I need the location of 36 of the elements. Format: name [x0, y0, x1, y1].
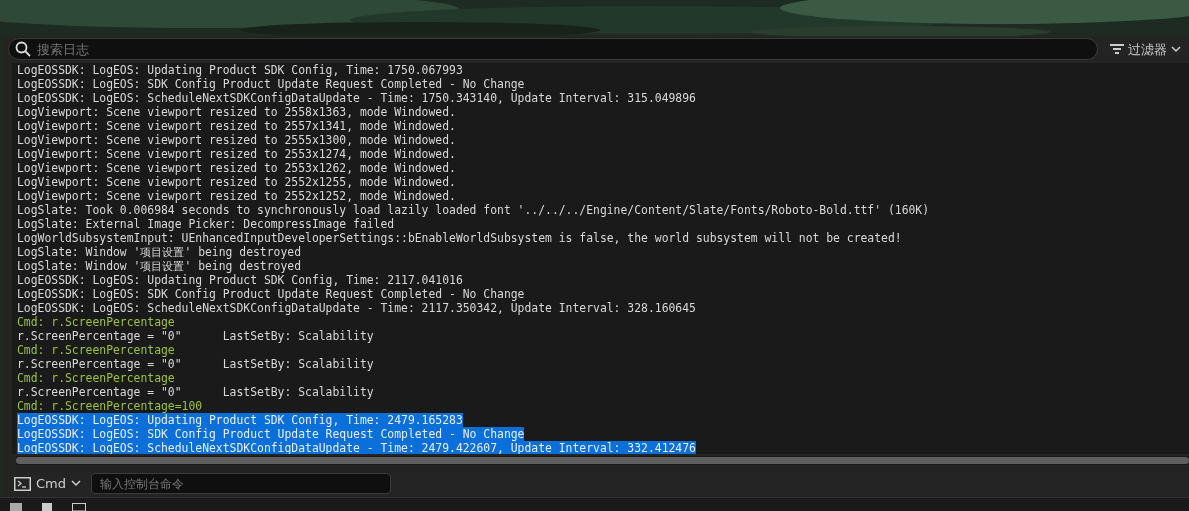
log-line[interactable]: LogEOSSDK: LogEOS: ScheduleNextSDKConfigDataUpdate - Time: 2117.350342, Update Interval: 328.160645	[17, 300, 696, 315]
terminal-icon	[14, 476, 31, 491]
terminal-icon	[72, 503, 86, 511]
log-line[interactable]: r.ScreenPercentage = "0" LastSetBy: Scalability	[17, 384, 374, 399]
log-line[interactable]: LogWorldSubsystemInput: UEnhancedInputDeveloperSettings::bEnableWorldSubsystem is false, the world subsystem will not be created!	[17, 230, 902, 245]
command-input[interactable]: 输入控制台命令	[91, 473, 391, 495]
log-line[interactable]: LogViewport: Scene viewport resized to 2558x1363, mode Windowed.	[17, 104, 456, 119]
search-field[interactable]: 搜索日志	[8, 38, 1098, 61]
log-line[interactable]: LogSlate: Window '项目设置' being destroyed	[17, 244, 302, 259]
log-line[interactable]: LogViewport: Scene viewport resized to 2552x1255, mode Windowed.	[17, 174, 456, 189]
log-line[interactable]: LogViewport: Scene viewport resized to 2553x1274, mode Windowed.	[17, 146, 456, 161]
log-line[interactable]: LogEOSSDK: LogEOS: Updating Product SDK Config, Time: 2117.041016	[17, 272, 463, 287]
log-line[interactable]: LogViewport: Scene viewport resized to 2557x1341, mode Windowed.	[17, 118, 456, 133]
command-line[interactable]: Cmd: r.ScreenPercentage	[17, 342, 175, 357]
command-mode-button[interactable]: Cmd	[14, 473, 81, 494]
log-line[interactable]: LogEOSSDK: LogEOS: Updating Product SDK Config, Time: 1750.067993	[17, 62, 463, 77]
log-line[interactable]: r.ScreenPercentage = "0" LastSetBy: Scalability	[17, 328, 374, 343]
command-line[interactable]: Cmd: r.ScreenPercentage	[17, 314, 175, 329]
log-line[interactable]: r.ScreenPercentage = "0" LastSetBy: Scalability	[17, 356, 374, 371]
log-line[interactable]: LogViewport: Scene viewport resized to 2555x1300, mode Windowed.	[17, 132, 456, 147]
log-line[interactable]: LogViewport: Scene viewport resized to 2552x1252, mode Windowed.	[17, 188, 456, 203]
log-line[interactable]: LogEOSSDK: LogEOS: ScheduleNextSDKConfigDataUpdate - Time: 1750.343140, Update Interval: 315.049896	[17, 90, 696, 105]
log-line[interactable]: LogEOSSDK: LogEOS: SDK Config Product Update Request Completed - No Change	[17, 76, 525, 91]
filter-button[interactable]: 过滤器	[1106, 39, 1185, 60]
log-line[interactable]: LogSlate: External Image Picker: DecompressImage failed	[17, 216, 395, 231]
log-line[interactable]: LogSlate: Took 0.006984 seconds to synchronously load lazily loaded font '../../../Engine/Content/Slate/Fonts/Roboto-Bold.ttf' (160K)	[17, 202, 930, 217]
log-line[interactable]: LogViewport: Scene viewport resized to 2553x1262, mode Windowed.	[17, 160, 456, 175]
chevron-down-icon	[1171, 45, 1181, 53]
command-line[interactable]: Cmd: r.ScreenPercentage=100	[17, 398, 203, 413]
chevron-down-icon	[71, 480, 81, 488]
command-line[interactable]: Cmd: r.ScreenPercentage	[17, 370, 175, 385]
scrollbar-thumb[interactable]	[16, 457, 1189, 465]
log-line[interactable]: LogEOSSDK: LogEOS: SDK Config Product Update Request Completed - No Change	[17, 286, 525, 301]
search-icon	[15, 41, 31, 58]
filter-icon	[1110, 43, 1124, 56]
log-line[interactable]: LogSlate: Window '项目设置' being destroyed	[17, 258, 302, 273]
